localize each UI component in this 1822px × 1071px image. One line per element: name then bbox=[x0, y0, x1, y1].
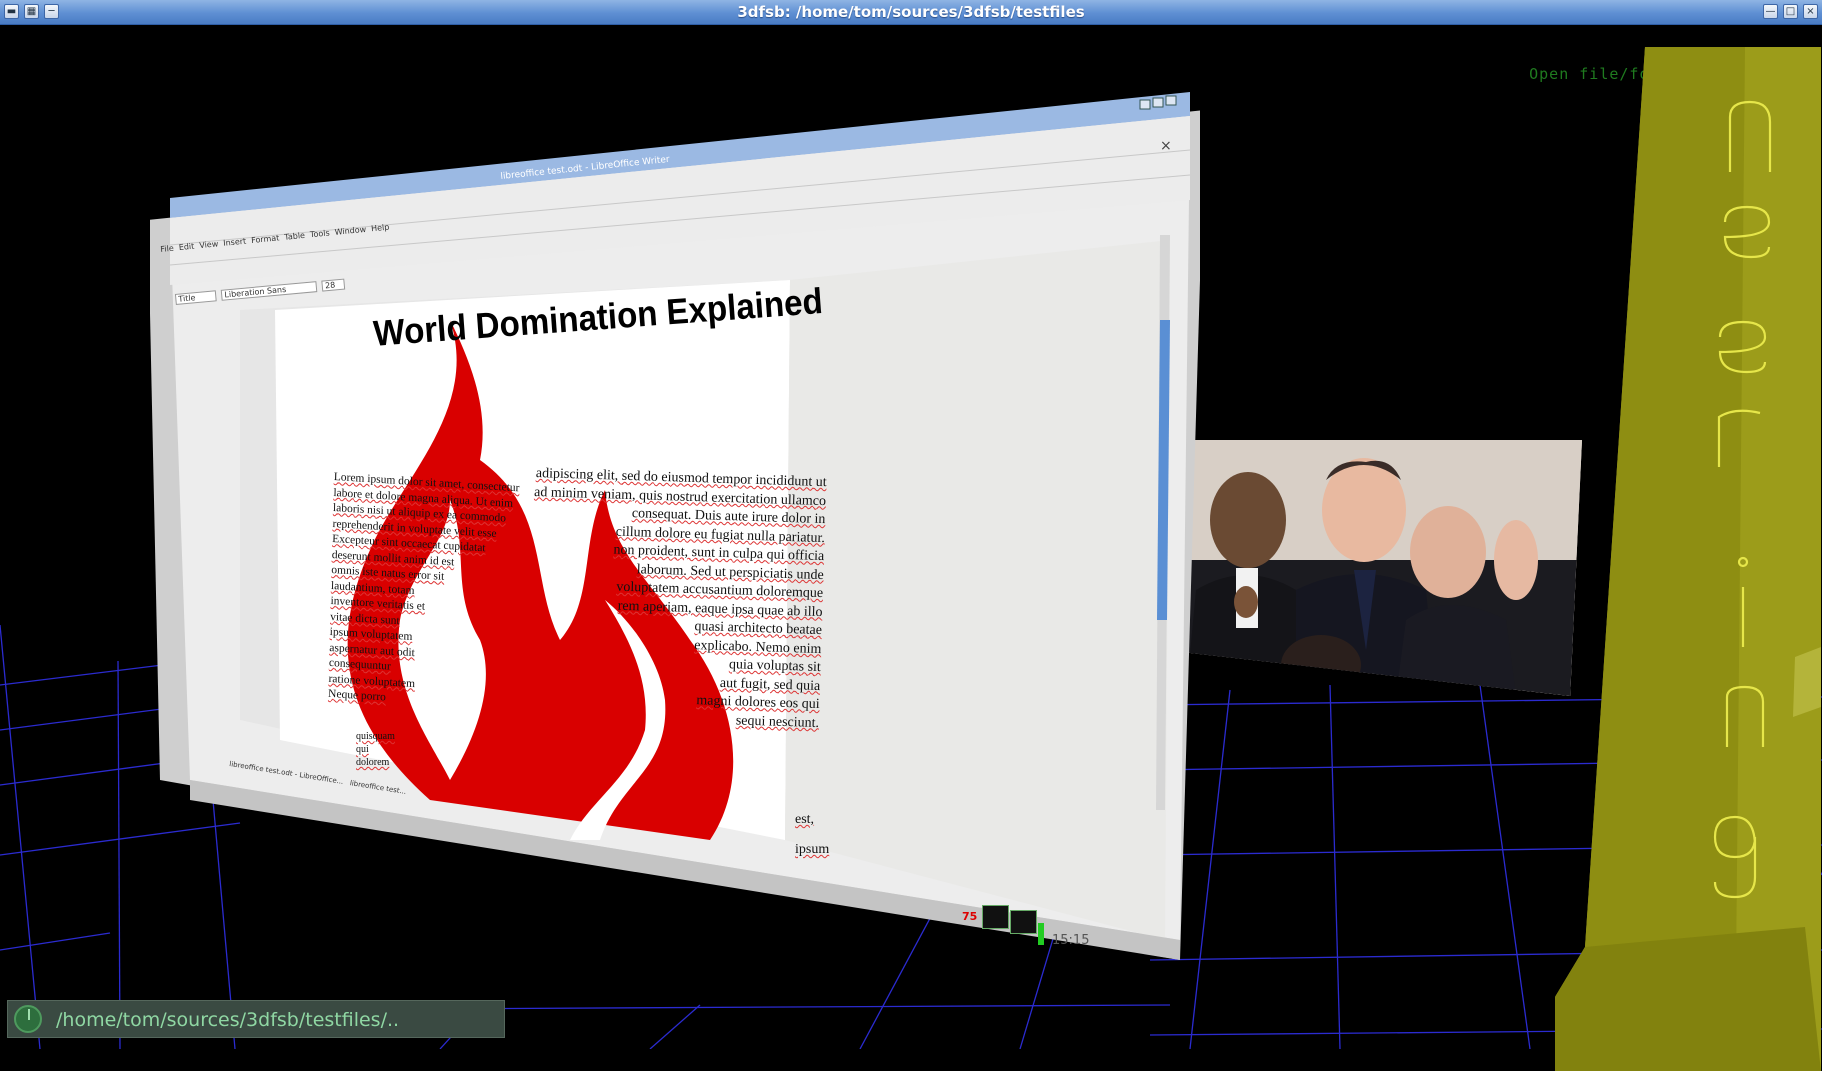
menu-tools[interactable]: Tools bbox=[310, 228, 331, 239]
loading-spinner-icon bbox=[14, 1005, 42, 1033]
document-lower-left: quisquam qui dolorem bbox=[356, 730, 395, 769]
menu-view[interactable]: View bbox=[199, 239, 219, 250]
document-right-column: adipiscing elit, sed do eiusmod tempor i… bbox=[527, 465, 827, 733]
text-line: est, bbox=[795, 812, 815, 827]
filename-tube[interactable] bbox=[1555, 47, 1821, 1071]
text-line: quisquam bbox=[356, 731, 395, 742]
menu-help[interactable]: Help bbox=[371, 223, 390, 234]
maximize-button[interactable]: □ bbox=[1783, 4, 1798, 19]
photo-image bbox=[1186, 440, 1582, 696]
clock: 15:15 bbox=[1052, 933, 1090, 948]
text-line: dolorem bbox=[356, 757, 390, 768]
document-lower-right: est, ipsum bbox=[795, 805, 829, 865]
current-path: /home/tom/sources/3dfsb/testfiles/.. bbox=[56, 1009, 400, 1031]
path-bar: /home/tom/sources/3dfsb/testfiles/.. bbox=[7, 1000, 505, 1038]
close-button[interactable]: × bbox=[1803, 4, 1818, 19]
window-title: 3dfsb: /home/tom/sources/3dfsb/testfiles bbox=[737, 3, 1085, 21]
document-left-column: Lorem ipsum dolor sit amet, consectetur … bbox=[328, 470, 520, 714]
image-file-panel[interactable] bbox=[1186, 440, 1582, 696]
mem-graph bbox=[1010, 910, 1037, 934]
window-titlebar[interactable]: ▬ ▦ ─ 3dfsb: /home/tom/sources/3dfsb/tes… bbox=[0, 0, 1822, 25]
minimize-button[interactable]: — bbox=[1763, 4, 1778, 19]
text-line: ipsum bbox=[795, 842, 830, 857]
net-graph bbox=[1038, 923, 1044, 945]
cpu-graph bbox=[982, 905, 1009, 929]
3d-viewport[interactable]: Open file/folder in 3D world bbox=[0, 25, 1822, 1071]
cpu-indicator: 75 bbox=[962, 910, 978, 923]
svg-text:×: × bbox=[1160, 138, 1172, 154]
menu-edit[interactable]: Edit bbox=[178, 242, 194, 252]
menu-file[interactable]: File bbox=[160, 244, 174, 254]
font-size-box[interactable]: 28 bbox=[321, 278, 345, 292]
text-line: qui bbox=[356, 744, 369, 755]
